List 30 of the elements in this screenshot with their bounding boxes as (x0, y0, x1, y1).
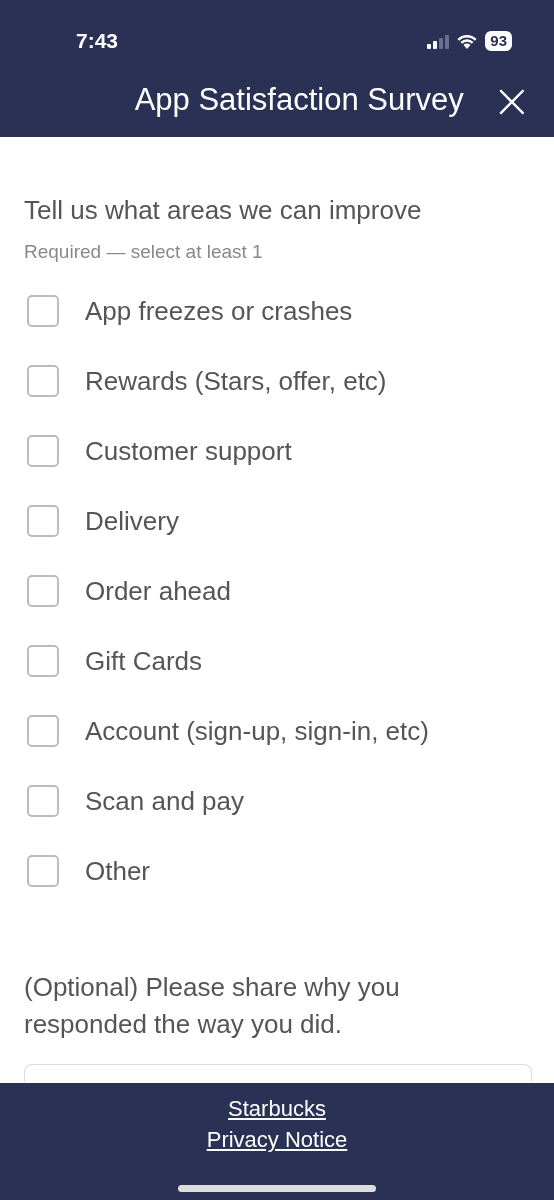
checkbox[interactable] (27, 575, 59, 607)
feedback-prompt: (Optional) Please share why you responded the way you did. (24, 971, 401, 1041)
feedback-field[interactable] (24, 1064, 532, 1082)
option-label[interactable]: Rewards (Stars, offer, etc) (85, 365, 387, 397)
option-label[interactable]: Customer support (85, 435, 292, 467)
option-label[interactable]: App freezes or crashes (85, 295, 353, 327)
close-button[interactable]: × (491, 80, 532, 120)
option-label[interactable]: Gift Cards (85, 645, 203, 677)
option-label[interactable]: Order ahead (85, 575, 231, 607)
battery-level: 93 (485, 31, 512, 51)
checkbox[interactable] (27, 295, 59, 327)
checkbox[interactable] (27, 365, 59, 397)
option-label[interactable]: Delivery (85, 505, 179, 537)
footer-link[interactable]: Privacy Notice (206, 1124, 348, 1155)
option-label[interactable]: Other (85, 855, 151, 887)
checkbox[interactable] (27, 855, 59, 887)
checkbox[interactable] (27, 505, 59, 537)
checkbox[interactable] (27, 715, 59, 747)
window-title: App Satisfaction Survey (134, 82, 464, 118)
status-time: 7:43 (76, 29, 119, 53)
checkbox[interactable] (27, 785, 59, 817)
footer-link[interactable]: Starbucks (228, 1093, 326, 1124)
wifi-icon (456, 33, 479, 49)
required-hint: Required — select at least 1 (24, 241, 264, 263)
checkbox[interactable] (27, 435, 59, 467)
signal-icon (427, 33, 450, 49)
option-label[interactable]: Scan and pay (85, 785, 244, 817)
question-title: Tell us what areas we can improve (24, 195, 423, 226)
option-label[interactable]: Account (sign-up, sign-in, etc) (85, 715, 429, 747)
checkbox[interactable] (27, 645, 59, 677)
